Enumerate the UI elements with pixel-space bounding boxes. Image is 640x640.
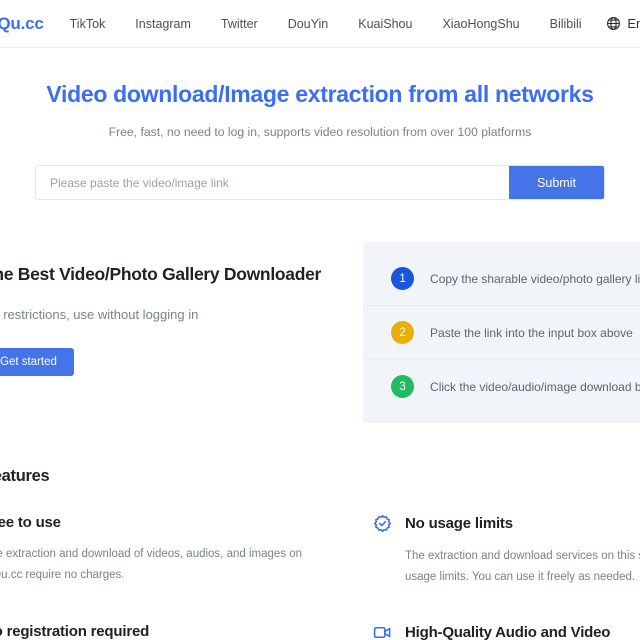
nav-item-tiktok[interactable]: TikTok: [70, 17, 106, 31]
intro-subheading: No restrictions, use without logging in: [0, 307, 199, 322]
features-section: Features Free to use The extraction and …: [0, 467, 640, 640]
intro-copy: The Best Video/Photo Gallery Downloader …: [0, 242, 321, 376]
site-logo[interactable]: TiQu.cc: [0, 14, 44, 34]
feature-header: No registration required: [0, 623, 331, 640]
feature-title: No usage limits: [405, 515, 513, 532]
language-label: English: [627, 16, 640, 31]
step-number-badge: 1: [391, 267, 415, 290]
submit-button[interactable]: Submit: [509, 166, 604, 199]
feature-title: Free to use: [0, 514, 61, 531]
nav-item-xiaohongshu[interactable]: XiaoHongShu: [442, 17, 519, 31]
nav-item-kuaishou[interactable]: KuaiShou: [358, 17, 412, 31]
features-grid: Free to use The extraction and download …: [0, 514, 640, 640]
step-item: 3 Click the video/audio/image download b…: [363, 360, 640, 413]
feature-description-line: The extraction and download of videos, a…: [0, 548, 303, 560]
browser-viewport: TiQu.cc TikTok Instagram Twitter DouYin …: [0, 0, 640, 640]
page-title: Video download/Image extraction from all…: [46, 81, 594, 107]
feature-no-usage-limits: No usage limits The extraction and downl…: [373, 514, 640, 589]
feature-header: No usage limits: [373, 514, 640, 533]
nav-item-bilibili[interactable]: Bilibili: [550, 17, 582, 31]
feature-description: The extraction and download services on …: [405, 546, 640, 589]
step-item: 1 Copy the sharable video/photo gallery …: [363, 252, 640, 306]
nav-item-twitter[interactable]: Twitter: [221, 17, 258, 31]
link-input[interactable]: [36, 166, 509, 199]
features-heading: Features: [0, 467, 50, 485]
step-number-badge: 2: [391, 321, 415, 344]
hero-subtitle: Free, fast, no need to log in, supports …: [108, 125, 532, 139]
feature-description-line: The extraction and download services on …: [405, 550, 640, 562]
feature-header: Free to use: [0, 514, 331, 531]
feature-description-line: usage limits. You can use it freely as n…: [405, 571, 636, 584]
video-camera-icon: [373, 626, 391, 638]
nav-item-instagram[interactable]: Instagram: [135, 17, 191, 31]
hero-section: Video download/Image extraction from all…: [0, 48, 640, 139]
feature-free-to-use: Free to use The extraction and download …: [0, 514, 331, 589]
intro-heading: The Best Video/Photo Gallery Downloader: [0, 264, 322, 284]
get-started-button[interactable]: Get started: [0, 348, 74, 376]
how-it-works-panel: 1 Copy the sharable video/photo gallery …: [363, 242, 640, 423]
primary-nav: TikTok Instagram Twitter DouYin KuaiShou…: [70, 17, 582, 31]
feature-description-line: TiQu.cc require no charges.: [0, 569, 125, 582]
link-search-bar: Submit: [35, 165, 605, 200]
step-item: 2 Paste the link into the input box abov…: [363, 306, 640, 360]
nav-item-douyin[interactable]: DouYin: [288, 17, 329, 31]
badge-check-icon: [373, 514, 392, 533]
step-label: Copy the sharable video/photo gallery li…: [430, 271, 640, 286]
language-selector[interactable]: English: [606, 16, 640, 31]
step-number-badge: 3: [391, 375, 415, 398]
feature-title: No registration required: [0, 622, 150, 640]
intro-section: The Best Video/Photo Gallery Downloader …: [0, 242, 640, 423]
feature-title: High-Quality Audio and Video: [405, 623, 611, 640]
feature-high-quality: High-Quality Audio and Video TiQu.cc wil…: [373, 623, 640, 640]
feature-description: The extraction and download of videos, a…: [0, 544, 331, 587]
page-content: TiQu.cc TikTok Instagram Twitter DouYin …: [0, 0, 640, 640]
step-label: Paste the link into the input box above: [430, 325, 633, 340]
feature-header: High-Quality Audio and Video: [373, 623, 640, 640]
site-header: TiQu.cc TikTok Instagram Twitter DouYin …: [0, 0, 640, 48]
feature-no-registration: No registration required The video extra…: [0, 623, 331, 640]
step-label: Click the video/audio/image download but…: [430, 379, 640, 394]
globe-icon: [607, 17, 621, 30]
